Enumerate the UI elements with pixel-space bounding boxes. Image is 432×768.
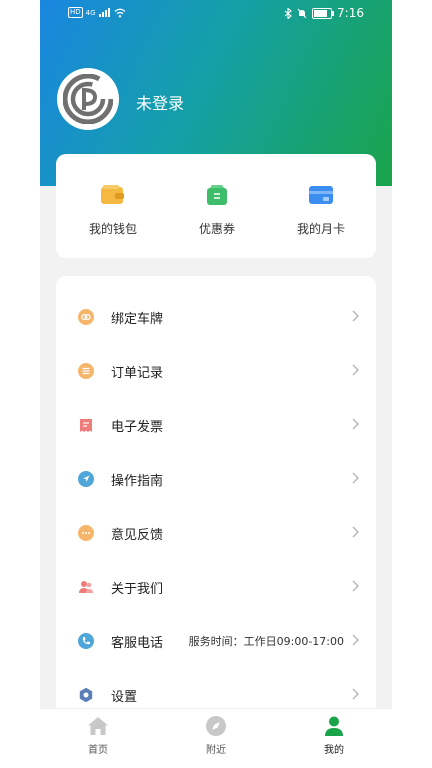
nav-tab-mine[interactable]: 我的 [294, 715, 374, 756]
menu-item-bind-plate[interactable]: 绑定车牌 [56, 290, 376, 344]
battery-icon [312, 7, 335, 19]
avatar[interactable] [57, 68, 119, 130]
mute-bell-icon [297, 8, 307, 18]
chevron-right-icon [352, 472, 359, 484]
navigation-icon [78, 471, 94, 487]
chevron-right-icon [352, 364, 359, 376]
monthly-card-icon [309, 186, 333, 204]
home-icon [88, 717, 108, 735]
gear-icon [79, 687, 93, 703]
users-icon [79, 581, 93, 593]
chevron-right-icon [352, 526, 359, 538]
order-list-icon [78, 363, 94, 379]
menu-item-label: 订单记录 [111, 366, 164, 381]
menu-item-label: 关于我们 [111, 582, 164, 597]
menu-item-user-guide[interactable]: 操作指南 [56, 452, 376, 506]
quick-action-label: 我的钱包 [88, 222, 137, 236]
menu-item-e-invoice[interactable]: 电子发票 [56, 398, 376, 452]
menu-item-label: 电子发票 [111, 420, 164, 435]
menu-item-about-us[interactable]: 关于我们 [56, 560, 376, 614]
quick-action-wallet[interactable]: 我的钱包 [60, 154, 166, 258]
nav-tab-label: 首页 [88, 745, 108, 756]
signal-icon [98, 8, 110, 17]
coupon-icon [207, 185, 227, 205]
link-icon [78, 309, 94, 325]
menu-item-customer-service[interactable]: 客服电话 服务时间：工作日09:00-17:00 [56, 614, 376, 668]
login-status-label[interactable]: 未登录 [136, 90, 184, 114]
quick-action-monthly-card[interactable]: 我的月卡 [268, 154, 374, 258]
app-screen: HD 4G 7:16 未登录 我的钱包 优惠券 我的月卡 绑定车牌 订单记录 电… [40, 0, 392, 768]
wallet-icon [101, 185, 124, 204]
parking-logo-icon [63, 74, 113, 124]
phone-icon [78, 633, 94, 649]
nav-tab-nearby[interactable]: 附近 [176, 715, 256, 756]
menu-item-label: 绑定车牌 [111, 312, 164, 327]
network-type-label: 4G [85, 8, 96, 17]
compass-icon [206, 716, 226, 736]
quick-action-coupon[interactable]: 优惠券 [164, 154, 270, 258]
chevron-right-icon [352, 688, 359, 700]
nav-tab-label: 我的 [324, 745, 344, 756]
hd-badge: HD [68, 7, 83, 18]
settings-menu-card: 绑定车牌 订单记录 电子发票 操作指南 意见反馈 关于我们 客服电话 服务时间：… [56, 276, 376, 726]
menu-item-label: 意见反馈 [111, 528, 164, 543]
person-icon [325, 716, 343, 736]
status-time: 7:16 [337, 6, 364, 20]
service-hours-text: 服务时间：工作日09:00-17:00 [188, 635, 344, 648]
quick-action-label: 优惠券 [198, 222, 235, 236]
bottom-navigation: 首页 附近 我的 [40, 708, 392, 768]
nav-tab-home[interactable]: 首页 [58, 715, 138, 756]
menu-item-label: 设置 [111, 690, 138, 705]
invoice-icon [80, 419, 92, 432]
quick-action-label: 我的月卡 [296, 222, 345, 236]
nav-tab-label: 附近 [206, 745, 226, 756]
chevron-right-icon [352, 310, 359, 322]
bluetooth-icon [284, 7, 292, 19]
wifi-icon [114, 8, 125, 17]
menu-item-order-records[interactable]: 订单记录 [56, 344, 376, 398]
quick-actions-card: 我的钱包 优惠券 我的月卡 [56, 154, 376, 258]
chevron-right-icon [352, 634, 359, 646]
status-bar: HD 4G 7:16 [40, 0, 392, 28]
chevron-right-icon [352, 418, 359, 430]
battery-level-fill [314, 9, 327, 17]
feedback-icon [78, 525, 94, 541]
chevron-right-icon [352, 580, 359, 592]
menu-item-feedback[interactable]: 意见反馈 [56, 506, 376, 560]
menu-item-label: 操作指南 [111, 474, 164, 489]
menu-item-label: 客服电话 [111, 636, 164, 651]
